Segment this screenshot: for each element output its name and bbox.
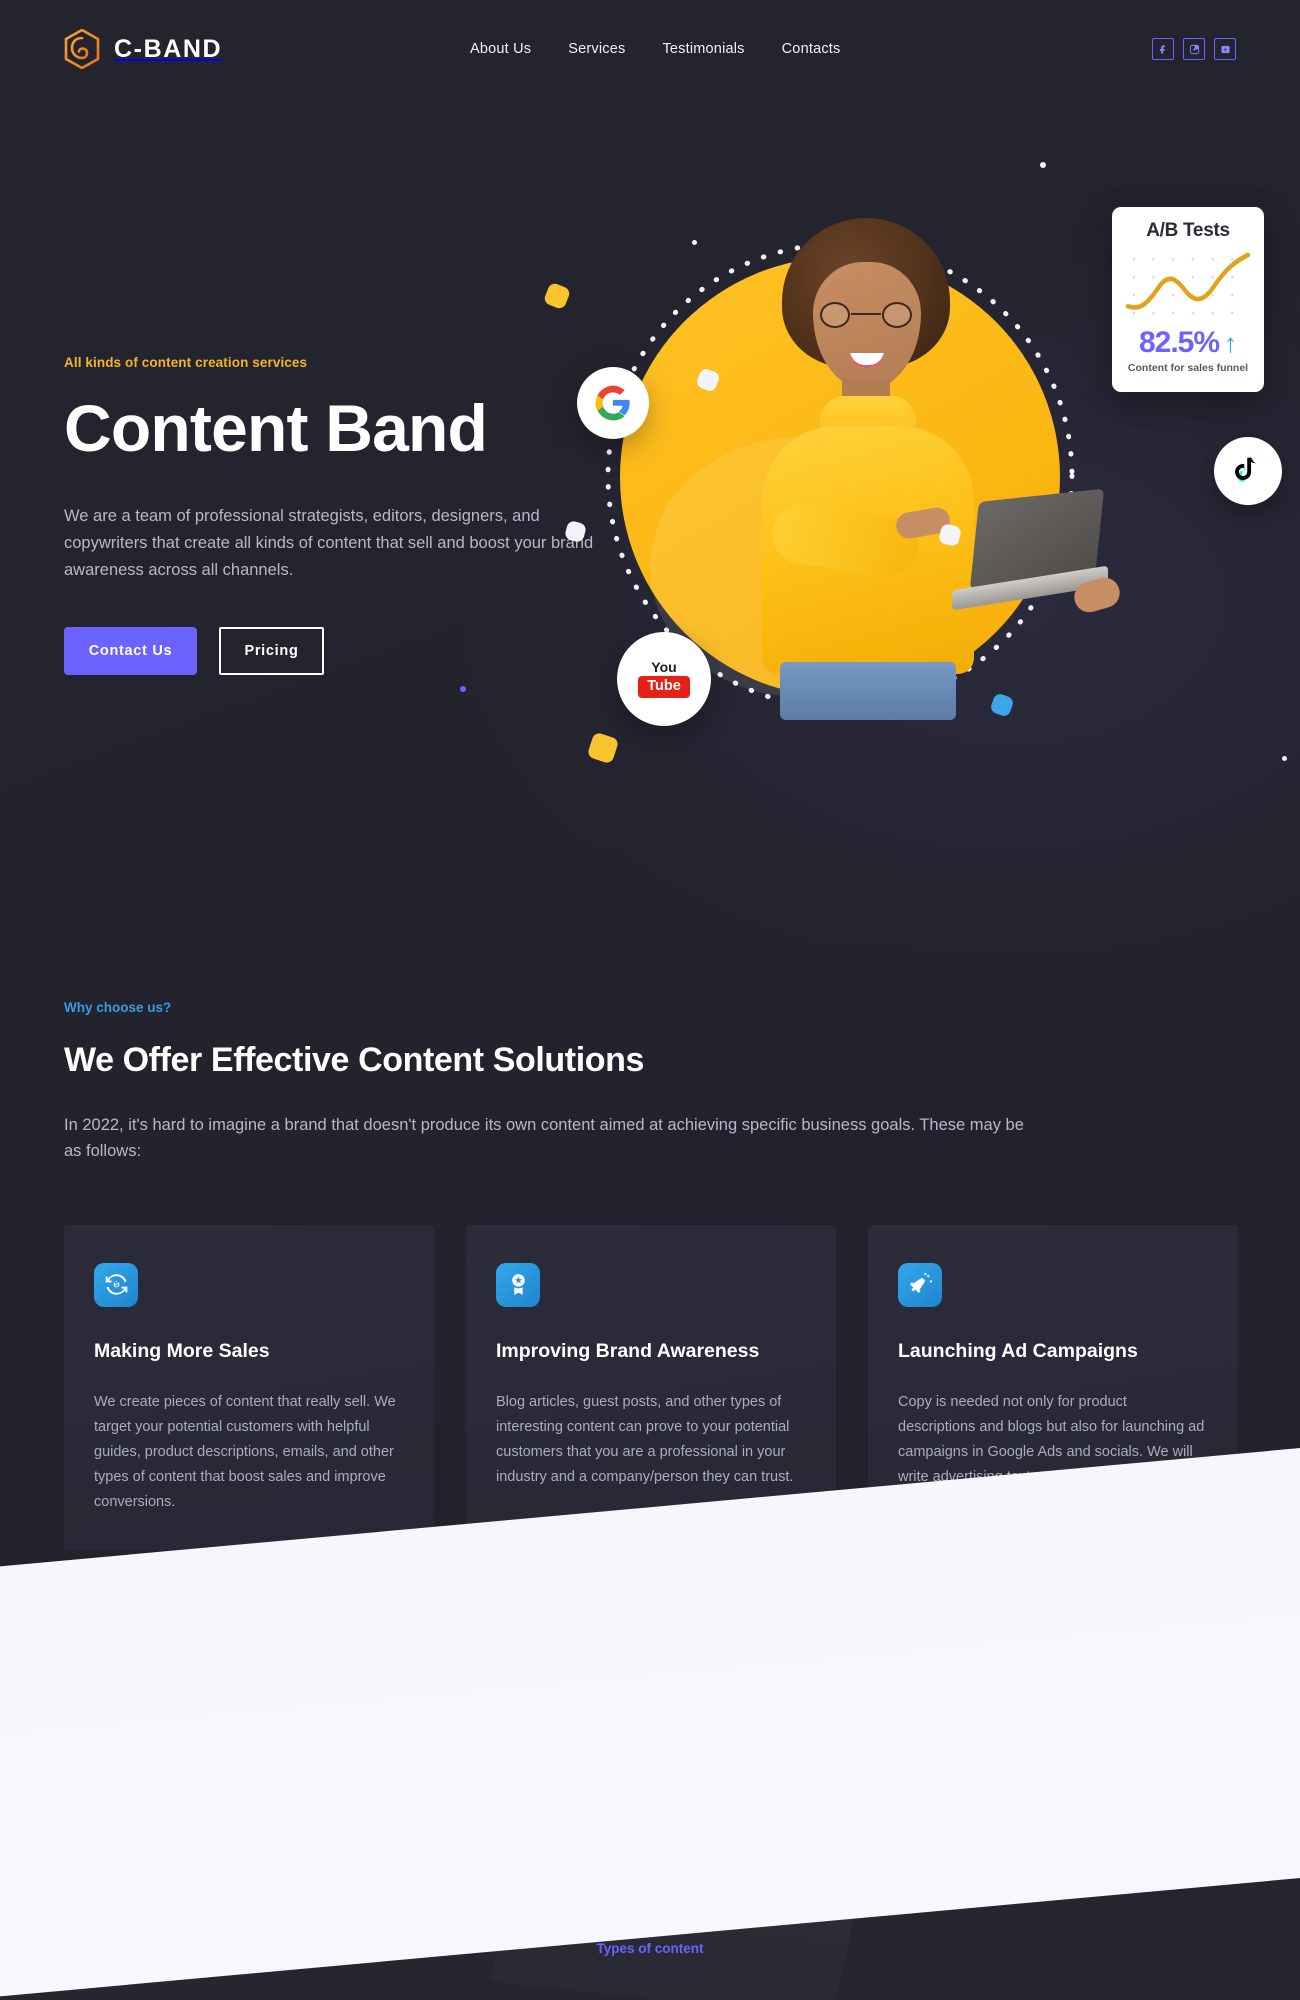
site-header: C-BAND About Us Services Testimonials Co…	[0, 0, 1300, 98]
facebook-icon[interactable]	[1152, 38, 1174, 60]
youtube-tube-text: Tube	[638, 676, 690, 698]
page-title: Content Band	[64, 391, 488, 465]
main-nav: About Us Services Testimonials Contacts	[470, 41, 840, 57]
hero-section: All kinds of content creation services C…	[0, 0, 1300, 1000]
feature-card-text: Blog articles, guest posts, and other ty…	[496, 1393, 794, 1486]
person-photo	[720, 210, 1124, 720]
ab-card-value: 82.5%	[1138, 326, 1220, 359]
dot-decoration	[1282, 756, 1287, 761]
youtube-you-text: You	[651, 659, 677, 676]
nav-item-contacts[interactable]: Contacts	[782, 41, 841, 57]
feature-card-title: Making More Sales	[94, 1339, 270, 1362]
social-links	[1152, 38, 1236, 60]
nav-item-testimonials[interactable]: Testimonials	[662, 41, 744, 57]
hero-illustration: You Tube A/B Tests 82.5% ↑ Content for s…	[460, 162, 1300, 820]
megaphone-icon	[898, 1262, 942, 1307]
dot-decoration	[692, 240, 697, 245]
pricing-button[interactable]: Pricing	[219, 627, 324, 676]
trend-up-arrow-icon: ↑	[1224, 328, 1238, 358]
dot-decoration	[1040, 162, 1046, 168]
feature-card-title: Improving Brand Awareness	[496, 1339, 760, 1362]
person-glasses	[814, 302, 920, 328]
yellow-square-decoration	[542, 281, 572, 311]
google-g-icon	[595, 385, 630, 421]
money-refresh-icon	[94, 1262, 138, 1307]
tiktok-note-icon	[1235, 457, 1256, 482]
feature-card-title: Launching Ad Campaigns	[898, 1339, 1138, 1362]
features-kicker: Why choose us?	[64, 1000, 172, 1015]
logo-link[interactable]: C-BAND	[64, 29, 222, 69]
google-badge	[577, 367, 649, 439]
laptop	[952, 488, 1124, 616]
hero-eyebrow: All kinds of content creation services	[64, 355, 308, 370]
ab-line-chart	[1124, 246, 1252, 324]
youtube-icon[interactable]	[1214, 38, 1236, 60]
ab-card-caption: Content for sales funnel	[1127, 362, 1249, 374]
tiktok-badge	[1214, 437, 1282, 505]
ab-card-metric: 82.5% ↑	[1124, 326, 1252, 360]
nav-item-about-us[interactable]: About Us	[470, 41, 531, 57]
page-root: C-BAND About Us Services Testimonials Co…	[0, 0, 1300, 2000]
types-of-content-label: Types of content	[596, 1941, 704, 1956]
youtube-badge: You Tube	[617, 632, 711, 726]
feature-card-making-more-sales[interactable]: Making More Sales We create pieces of co…	[64, 1224, 434, 1550]
logo-text: C-BAND	[114, 34, 223, 63]
features-title: We Offer Effective Content Solutions	[64, 1041, 645, 1079]
ab-tests-card: A/B Tests 82.5% ↑ Content for sales funn…	[1112, 207, 1264, 392]
contact-us-button[interactable]: Contact Us	[64, 627, 197, 676]
yellow-square-decoration	[586, 731, 620, 765]
features-subtitle: In 2022, it's hard to imagine a brand th…	[64, 1116, 1024, 1161]
award-ribbon-icon	[496, 1262, 540, 1307]
nav-item-services[interactable]: Services	[568, 41, 625, 57]
instagram-icon[interactable]	[1183, 38, 1205, 60]
feature-card-text: We create pieces of content that really …	[94, 1393, 396, 1511]
hexagon-spiral-logo-icon	[64, 29, 100, 69]
ab-card-title: A/B Tests	[1146, 220, 1230, 241]
hero-copy: All kinds of content creation services C…	[64, 355, 624, 676]
hero-buttons: Contact Us Pricing	[64, 627, 624, 676]
person-jeans	[780, 662, 956, 720]
purple-dot-decoration	[460, 686, 466, 692]
hero-subtitle: We are a team of professional strategist…	[64, 507, 594, 579]
